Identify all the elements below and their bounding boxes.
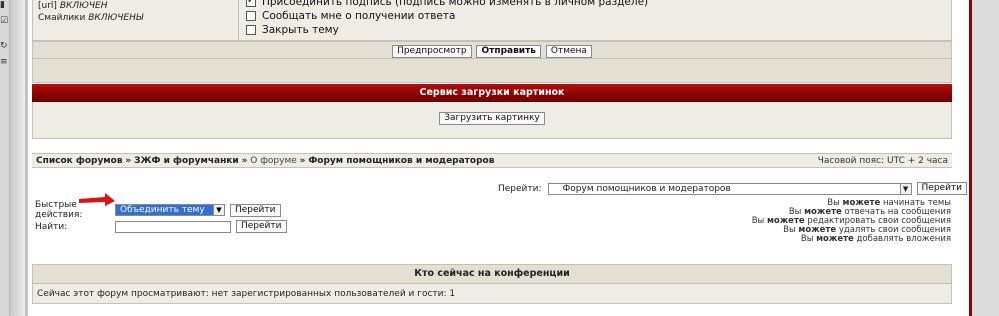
lock-topic-checkbox[interactable] [246, 25, 256, 35]
breadcrumb-current-forum[interactable]: Форум помощников и модераторов [308, 156, 494, 166]
attach-signature-option[interactable]: Присоединить подпись (подпись можно изме… [246, 0, 648, 9]
cancel-button[interactable]: Отмена [545, 45, 592, 58]
find-label: Найти: [35, 221, 68, 232]
smilies-state: ВКЛЮЧЕНЫ [88, 13, 144, 23]
quick-actions-label: Быстрые действия: [35, 200, 83, 220]
left-toolbar: ▮ ☑ ↻ ≡ [0, 0, 10, 316]
attach-signature-checkbox[interactable] [246, 0, 256, 7]
jump-go-button[interactable]: Перейти [916, 182, 968, 195]
upload-image-button[interactable]: Загрузить картинку [439, 112, 545, 125]
bbcode-status: [url] ВКЛЮЧЕН Смайлики ВКЛЮЧЕНЫ [38, 0, 143, 24]
breadcrumb: Список форумов » ЗЖФ и форумчанки » О фо… [32, 153, 952, 168]
find-go-button[interactable]: Перейти [236, 220, 287, 233]
refresh-icon[interactable]: ↻ [0, 42, 8, 51]
send-button[interactable]: Отправить [476, 45, 541, 58]
right-gutter [972, 0, 999, 316]
chevron-down-icon[interactable]: ▼ [899, 183, 911, 194]
page-shadow [10, 0, 25, 316]
smilies-label: Смайлики [38, 13, 86, 23]
post-checkbox-list: Присоединить подпись (подпись можно изме… [238, 0, 648, 41]
preview-button[interactable]: Предпросмотр [392, 45, 472, 58]
checkbox-icon[interactable]: ☑ [0, 17, 8, 26]
who-online-text: Сейчас этот форум просматривают: нет зар… [32, 284, 952, 304]
permission-attach: Вы можете добавлять вложения [800, 234, 951, 244]
quick-actions-row: Быстрые действия: Объединить тему ▼ Пере… [35, 200, 282, 220]
upload-service-body: Загрузить картинку [32, 102, 952, 139]
post-options-panel: [url] ВКЛЮЧЕН Смайлики ВКЛЮЧЕНЫ Присоеди… [32, 0, 952, 41]
jump-selected-value: Форум помощников и модераторов [562, 183, 731, 194]
notify-reply-option[interactable]: Сообщать мне о получении ответа [246, 9, 648, 23]
permissions-list: Вы можете начинать темы Вы можете отвеча… [752, 199, 951, 244]
breadcrumb-forum-index[interactable]: Список форумов [36, 156, 123, 166]
attach-signature-label: Присоединить подпись (подпись можно изме… [262, 0, 649, 8]
lock-topic-option[interactable]: Закрыть тему [246, 23, 648, 37]
notify-reply-checkbox[interactable] [246, 11, 256, 21]
submit-bar: Предпросмотр Отправить Отмена [32, 41, 952, 59]
breadcrumb-zhzhf[interactable]: ЗЖФ и форумчанки [134, 156, 239, 166]
breadcrumb-separator: » [241, 156, 248, 166]
lock-topic-label: Закрыть тему [262, 24, 339, 36]
quick-actions-go-button[interactable]: Перейти [230, 203, 281, 217]
chevron-down-icon[interactable]: ▼ [213, 205, 224, 215]
breadcrumb-about[interactable]: О форуме [250, 156, 297, 166]
jump-label: Перейти: [498, 183, 542, 194]
who-online-header: Кто сейчас на конференции [32, 264, 952, 284]
url-label: [url] [38, 1, 57, 11]
bookmark-icon[interactable]: ▮ [0, 1, 8, 10]
quick-actions-selected-value: Объединить тему [120, 205, 205, 215]
quick-actions-select[interactable]: Объединить тему ▼ [115, 204, 225, 216]
breadcrumb-separator: » [299, 156, 306, 166]
jump-forum-select[interactable]: Форум помощников и модераторов ▼ [547, 182, 912, 195]
breadcrumb-separator: » [125, 156, 132, 166]
find-row: Найти: Перейти [35, 220, 288, 233]
menu-icon[interactable]: ≡ [0, 58, 8, 67]
timezone-label: Часовой пояс: UTC + 2 часа [817, 156, 948, 166]
url-state: ВКЛЮЧЕН [59, 1, 108, 11]
find-input[interactable] [115, 220, 231, 233]
notify-reply-label: Сообщать мне о получении ответа [262, 10, 456, 22]
spacer-bar [32, 59, 952, 83]
upload-service-header: Сервис загрузки картинок [32, 84, 952, 102]
jump-to-forum: Перейти: Форум помощников и модераторов … [498, 182, 968, 195]
